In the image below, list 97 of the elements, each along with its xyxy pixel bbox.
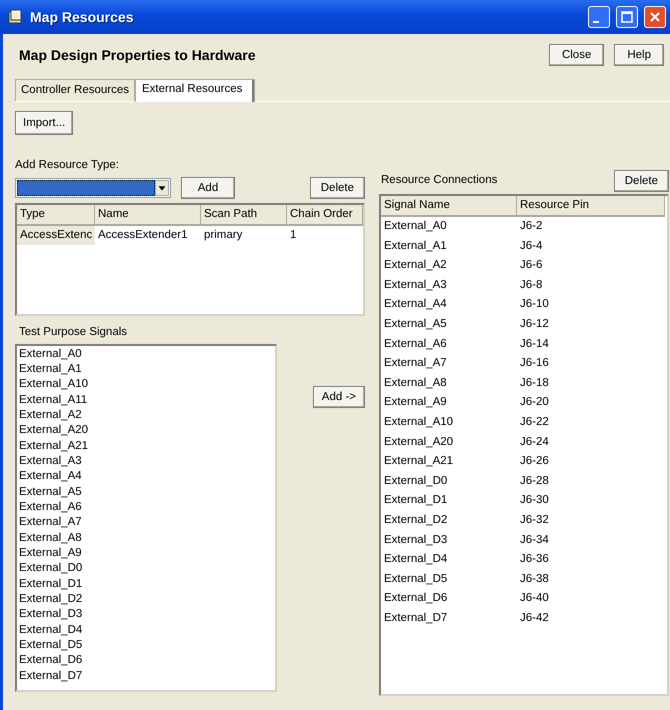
table-cell: AccessExtenc xyxy=(17,226,95,246)
list-item[interactable]: External_D0 xyxy=(17,561,275,577)
table-cell-text: External_A21 xyxy=(383,454,454,470)
window-title: Map Resources xyxy=(30,8,134,27)
table-cell-text: External_D0 xyxy=(383,474,448,489)
list-item[interactable]: External_D1 xyxy=(17,576,275,592)
tab[interactable]: Controller Resources xyxy=(15,79,136,101)
table-cell-text: J6-14 xyxy=(519,336,550,352)
add-signal-button[interactable]: Add -> xyxy=(312,386,365,408)
delete-button[interactable]: Delete xyxy=(614,170,669,192)
section-label: Resource Connections xyxy=(380,173,498,188)
minimize-icon xyxy=(593,21,599,23)
list-item[interactable]: External_A6 xyxy=(17,500,275,516)
list-item[interactable]: External_A10 xyxy=(17,377,275,393)
table-cell-text: J6-32 xyxy=(519,512,550,528)
table-cell-text: J6-12 xyxy=(519,316,550,332)
resource-type-dropdown[interactable] xyxy=(15,178,171,198)
list-item[interactable]: External_D2 xyxy=(17,592,275,608)
list-item[interactable]: External_A9 xyxy=(17,546,275,562)
minimize-button[interactable] xyxy=(588,6,610,28)
field-label: Add Resource Type: xyxy=(15,158,120,173)
table-cell-text: External_D1 xyxy=(383,493,448,508)
table-cell-text: primary xyxy=(203,228,244,244)
list-item[interactable]: External_D7 xyxy=(17,668,275,684)
list-label: Test Purpose Signals xyxy=(19,325,128,340)
table-cell-text: J6-8 xyxy=(519,278,544,293)
table-cell-text: J6-40 xyxy=(519,591,550,606)
table-cell-text: External_A0 xyxy=(383,219,448,234)
list-item[interactable]: External_A8 xyxy=(17,530,275,546)
tab[interactable]: External Resources xyxy=(135,79,256,102)
delete-button[interactable]: Delete xyxy=(310,177,365,200)
list-item[interactable]: External_D3 xyxy=(17,607,275,623)
table-cell-text: J6-6 xyxy=(519,258,544,274)
close-icon xyxy=(649,11,661,23)
table-cell-text: AccessExtender1 xyxy=(97,228,188,244)
column-header[interactable]: Resource Pin xyxy=(517,196,665,217)
close-button[interactable]: Close xyxy=(548,44,604,66)
table-cell-text: J6-18 xyxy=(519,376,550,391)
table-cell-text: External_A5 xyxy=(383,316,448,332)
list-item[interactable]: External_D4 xyxy=(17,622,275,638)
table-cell-text: External_D4 xyxy=(383,552,448,568)
table-cell-text: J6-28 xyxy=(519,474,550,489)
table-cell-text: J6-4 xyxy=(519,238,544,254)
table-cell-text: J6-36 xyxy=(519,552,550,568)
table-cell-text: J6-16 xyxy=(519,356,550,372)
table-cell-text: External_D5 xyxy=(383,572,448,587)
table-cell-text: J6-24 xyxy=(519,434,550,450)
list-item[interactable]: External_A7 xyxy=(17,515,275,531)
table-cell-text: External_A2 xyxy=(383,258,448,274)
column-header[interactable]: Type xyxy=(17,205,95,226)
table-cell-text: External_A10 xyxy=(383,414,454,430)
table-cell-text: J6-30 xyxy=(519,493,550,508)
maximize-button[interactable] xyxy=(616,6,638,28)
window-icon xyxy=(8,9,24,25)
column-header[interactable]: Name xyxy=(95,205,201,226)
column-header[interactable]: Scan Path xyxy=(201,205,287,226)
table-cell-text: J6-2 xyxy=(519,219,544,234)
list-item[interactable]: External_A3 xyxy=(17,454,275,470)
table-cell-text: External_A6 xyxy=(383,336,448,352)
table-cell-text: External_D3 xyxy=(383,532,448,548)
table-cell-text: External_A9 xyxy=(383,395,448,410)
table-cell-text: J6-10 xyxy=(519,297,550,312)
list-item[interactable]: External_A4 xyxy=(17,469,275,485)
maximize-icon xyxy=(621,11,633,23)
table-cell-text: External_A3 xyxy=(383,278,448,293)
column-header[interactable]: Chain Order xyxy=(287,205,363,226)
table-cell-text: External_A4 xyxy=(383,297,448,312)
table-cell-text: J6-34 xyxy=(519,532,550,548)
table-cell-text: J6-20 xyxy=(519,395,550,410)
add-button[interactable]: Add xyxy=(181,177,235,200)
list-item[interactable]: External_A20 xyxy=(17,423,275,439)
table-cell-text: J6-22 xyxy=(519,414,550,430)
help-button[interactable]: Help xyxy=(614,44,664,66)
table-cell-text: J6-42 xyxy=(519,610,550,626)
dialog-heading: Map Design Properties to Hardware xyxy=(19,46,257,65)
table-cell-text: External_A8 xyxy=(383,376,448,391)
list-item[interactable]: External_A2 xyxy=(17,408,275,424)
list-item[interactable]: External_D6 xyxy=(17,653,275,669)
table-cell-text: External_A7 xyxy=(383,356,448,372)
close-button[interactable] xyxy=(644,6,666,28)
table-cell-text: External_D6 xyxy=(383,591,448,606)
list-item[interactable]: External_D5 xyxy=(17,638,275,654)
table-cell-text: J6-38 xyxy=(519,572,550,587)
import-button[interactable]: Import... xyxy=(15,111,74,135)
column-header[interactable]: Signal Name xyxy=(381,196,517,217)
list-item[interactable]: External_A1 xyxy=(17,362,275,378)
table-cell-text: J6-26 xyxy=(519,454,550,470)
table-cell-text: External_D2 xyxy=(383,512,448,528)
table-cell-text: 1 xyxy=(289,228,298,244)
table-cell-text: External_A20 xyxy=(383,434,454,450)
list-item[interactable]: External_A21 xyxy=(17,438,275,454)
table-cell-text: External_A1 xyxy=(383,238,448,254)
list-item[interactable]: External_A11 xyxy=(17,392,275,408)
caret-icon xyxy=(155,180,169,196)
list-item[interactable]: External_A0 xyxy=(17,346,275,362)
list-item[interactable]: External_A5 xyxy=(17,484,275,500)
table-cell-text: External_D7 xyxy=(383,610,448,626)
